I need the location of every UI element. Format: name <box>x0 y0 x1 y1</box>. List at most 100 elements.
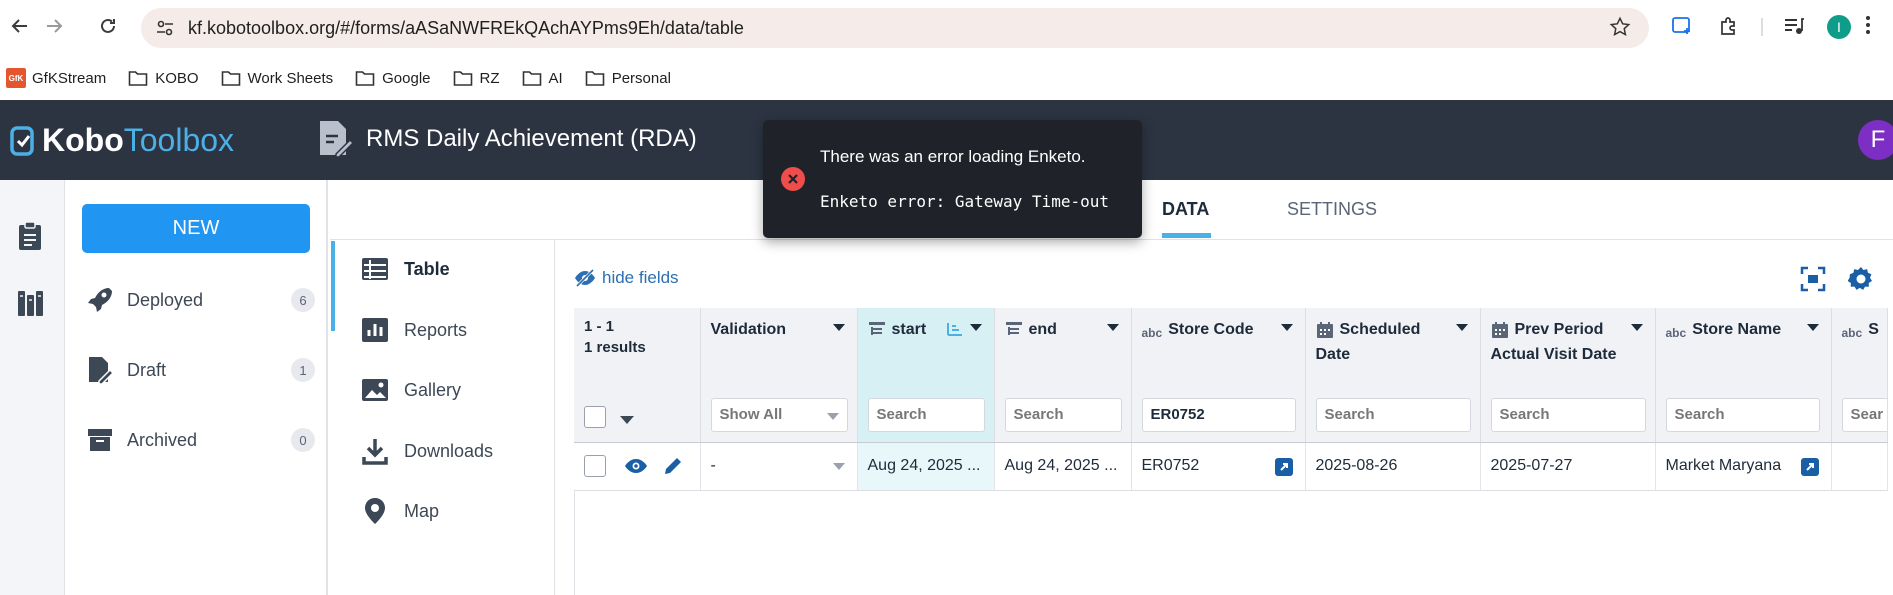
end-search-input[interactable]: Search <box>1004 398 1122 432</box>
reload-icon[interactable] <box>96 14 120 38</box>
subnav-item-downloads[interactable]: Downloads <box>360 436 493 466</box>
bookmark-label: KOBO <box>155 69 199 87</box>
subnav-item-gallery[interactable]: Gallery <box>360 376 461 404</box>
select-all-checkbox[interactable] <box>584 406 606 428</box>
column-title-wrap: abc Store Code <box>1142 317 1254 346</box>
screenshot-extension-icon[interactable] <box>1670 14 1694 43</box>
sort-ascending-icon[interactable] <box>946 322 964 336</box>
open-external-link-icon[interactable] <box>1800 457 1819 476</box>
sidebar-item-deployed[interactable]: Deployed 6 <box>85 280 315 320</box>
subnav-item-map[interactable]: Map <box>360 496 439 526</box>
hide-fields-label: hide fields <box>602 268 679 287</box>
bookmark-label: RZ <box>479 69 500 87</box>
datetime-icon <box>868 322 885 335</box>
calendar-icon <box>1316 322 1333 338</box>
bookmark-label: Personal <box>611 69 671 87</box>
forward-icon[interactable] <box>42 14 66 38</box>
results-range: 1 - 1 <box>584 318 615 335</box>
column-title-line: Date <box>1315 346 1351 363</box>
cell-start: Aug 24, 2025 ... <box>857 442 995 491</box>
column-menu-caret-icon[interactable] <box>1455 324 1468 331</box>
store-name-value: Market Maryana <box>1665 457 1782 474</box>
media-control-icon[interactable] <box>1782 14 1806 43</box>
calendar-icon <box>1491 322 1508 338</box>
library-icon[interactable] <box>16 286 46 323</box>
form-deployed-icon <box>320 121 354 158</box>
column-header-end[interactable]: end Search <box>994 308 1132 443</box>
open-external-link-icon[interactable] <box>1274 457 1293 476</box>
bookmark-rz[interactable]: RZ <box>453 69 500 87</box>
site-info-icon[interactable] <box>155 18 175 43</box>
sidebar-item-label: Archived <box>127 429 198 450</box>
column-menu-caret-icon[interactable] <box>1280 324 1293 331</box>
settings-gear-icon[interactable] <box>1847 266 1874 297</box>
column-menu-caret-icon[interactable] <box>1806 324 1819 331</box>
column-header-scheduled-date[interactable]: Scheduled Date Search <box>1305 308 1481 443</box>
column-menu-caret-icon[interactable] <box>1630 324 1643 331</box>
column-header-prev-period[interactable]: Prev Period Actual Visit Date Search <box>1480 308 1656 443</box>
cell-validation[interactable]: - <box>700 442 858 491</box>
truncated-search-input[interactable]: Sear <box>1841 398 1886 432</box>
view-eye-icon[interactable] <box>624 458 648 474</box>
text-type-icon: abc <box>1665 326 1687 340</box>
store-code-search-input[interactable]: ER0752 <box>1141 398 1296 432</box>
sidebar-item-draft[interactable]: Draft 1 <box>85 350 315 390</box>
projects-clipboard-icon[interactable] <box>16 220 46 257</box>
bookmark-personal[interactable]: Personal <box>585 69 671 87</box>
column-title-wrap: abc Store Name <box>1666 317 1782 346</box>
subnav-label: Reports <box>404 319 468 340</box>
new-project-button[interactable]: NEW <box>82 204 310 253</box>
bookmark-star-icon[interactable] <box>1609 16 1631 43</box>
bookmarks-bar: GfK GfKStream KOBO Work Sheets Google RZ… <box>0 57 1893 99</box>
logo-kobo-text: Kobo <box>42 122 124 158</box>
row-select-checkbox[interactable] <box>584 455 606 477</box>
draft-document-icon <box>89 357 115 385</box>
eye-slash-icon <box>575 269 595 287</box>
column-header-truncated[interactable]: abc S Sear <box>1831 308 1888 443</box>
browser-profile-avatar[interactable]: I <box>1827 15 1851 39</box>
scheduled-date-search-input[interactable]: Search <box>1315 398 1471 432</box>
column-header-store-code[interactable]: abc Store Code ER0752 <box>1131 308 1306 443</box>
results-count: 1 results <box>584 339 646 356</box>
extensions-puzzle-icon[interactable] <box>1717 14 1741 43</box>
map-pin-icon <box>365 498 385 524</box>
browser-menu-icon[interactable] <box>1864 14 1872 41</box>
bookmark-label: AI <box>548 69 563 87</box>
submissions-table: 1 - 1 1 results Validation Show All star… <box>574 308 1888 491</box>
tab-settings[interactable]: SETTINGS <box>1287 199 1377 220</box>
bookmark-work-sheets[interactable]: Work Sheets <box>221 69 333 87</box>
start-search-input[interactable]: Search <box>867 398 985 432</box>
prev-period-search-input[interactable]: Search <box>1490 398 1646 432</box>
back-icon[interactable] <box>8 14 32 38</box>
cell-prev-period: 2025-07-27 <box>1480 442 1656 491</box>
bulk-actions-caret-icon[interactable] <box>620 416 634 424</box>
column-header-store-name[interactable]: abc Store Name Search <box>1655 308 1832 443</box>
kobotoolbox-logo[interactable]: Kobo Toolbox <box>10 122 234 159</box>
cell-truncated <box>1831 442 1888 491</box>
error-toast[interactable]: There was an error loading Enketo. Enket… <box>763 120 1142 238</box>
bookmark-google[interactable]: Google <box>355 69 431 87</box>
column-title: start <box>891 321 927 338</box>
column-header-start[interactable]: start Search <box>857 308 995 443</box>
bookmark-kobo[interactable]: KOBO <box>128 69 199 87</box>
bookmark-ai[interactable]: AI <box>522 69 563 87</box>
sidebar-item-archived[interactable]: Archived 0 <box>85 420 315 460</box>
column-header-validation[interactable]: Validation Show All <box>700 308 858 443</box>
hide-fields-button[interactable]: hide fields <box>574 268 679 288</box>
bookmark-gfkstream[interactable]: GfK GfKStream <box>6 68 106 88</box>
edit-pencil-icon[interactable] <box>663 456 683 476</box>
table-row: - Aug 24, 2025 ... Aug 24, 2025 ... ER07… <box>574 442 1888 491</box>
store-name-search-input[interactable]: Search <box>1665 398 1820 432</box>
subnav-item-table[interactable]: Table <box>360 256 450 282</box>
column-menu-caret-icon[interactable] <box>1106 324 1119 331</box>
cell-end: Aug 24, 2025 ... <box>994 442 1132 491</box>
column-menu-caret-icon[interactable] <box>969 324 982 331</box>
subnav-item-reports[interactable]: Reports <box>360 316 467 344</box>
subnav-label: Downloads <box>404 440 494 461</box>
column-menu-caret-icon[interactable] <box>832 324 845 331</box>
tab-data[interactable]: DATA <box>1162 199 1209 220</box>
fullscreen-icon[interactable] <box>1800 266 1826 297</box>
account-avatar[interactable]: F <box>1858 120 1893 160</box>
address-bar[interactable]: kf.kobotoolbox.org/#/forms/aASaNWFREkQAc… <box>141 8 1649 48</box>
validation-filter-select[interactable]: Show All <box>710 398 848 432</box>
